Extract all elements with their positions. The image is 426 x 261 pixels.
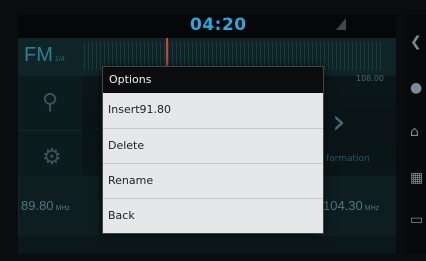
device-frame: 04:20 FM 1/4 ⚲ ⚙ 108.00 › formation 89.80… [0, 0, 426, 261]
band-text: FM [24, 44, 53, 66]
preset-1[interactable]: 89.80 MHz [18, 176, 99, 236]
options-dialog: Options Insert91.80 Delete Rename Back [102, 66, 324, 234]
max-frequency: 108.00 [356, 74, 384, 83]
search-icon: ⚲ [42, 90, 59, 115]
gear-icon: ⚙ [42, 145, 62, 170]
preset-2-unit: MHz [364, 205, 380, 212]
status-bar: 04:20 [18, 14, 396, 38]
option-insert[interactable]: Insert91.80 [103, 93, 323, 127]
option-rename[interactable]: Rename [103, 163, 323, 197]
information-label: formation [326, 154, 370, 164]
preset-2[interactable]: 104.30 MHz [316, 176, 396, 236]
home-icon[interactable]: ⌂ [410, 124, 419, 140]
option-back[interactable]: Back [103, 198, 323, 232]
recent-icon[interactable]: ▭ [410, 212, 423, 228]
option-delete[interactable]: Delete [103, 128, 323, 162]
preset-1-freq: 89.80 [21, 198, 54, 213]
preset-1-label: 89.80 MHz [21, 198, 70, 213]
back-icon[interactable]: ❮ [410, 34, 422, 50]
next-station-button[interactable]: › [332, 102, 362, 142]
preset-1-unit: MHz [55, 205, 70, 212]
band-label[interactable]: FM 1/4 [24, 44, 65, 67]
mic-icon[interactable]: ● [410, 80, 422, 96]
apps-icon[interactable]: ▦ [410, 170, 423, 186]
clock: 04:20 [190, 15, 247, 35]
chevron-right-icon: › [332, 102, 346, 142]
preset-2-freq: 104.30 [323, 198, 363, 213]
signal-icon [336, 18, 346, 30]
preset-2-label: 104.30 MHz [323, 198, 379, 213]
search-button[interactable]: ⚲ [18, 76, 82, 131]
band-sub: 1/4 [54, 56, 65, 63]
dialog-title: Options [103, 67, 323, 93]
nav-bar: ❮ ● ⌂ ▦ ▭ [404, 14, 426, 254]
